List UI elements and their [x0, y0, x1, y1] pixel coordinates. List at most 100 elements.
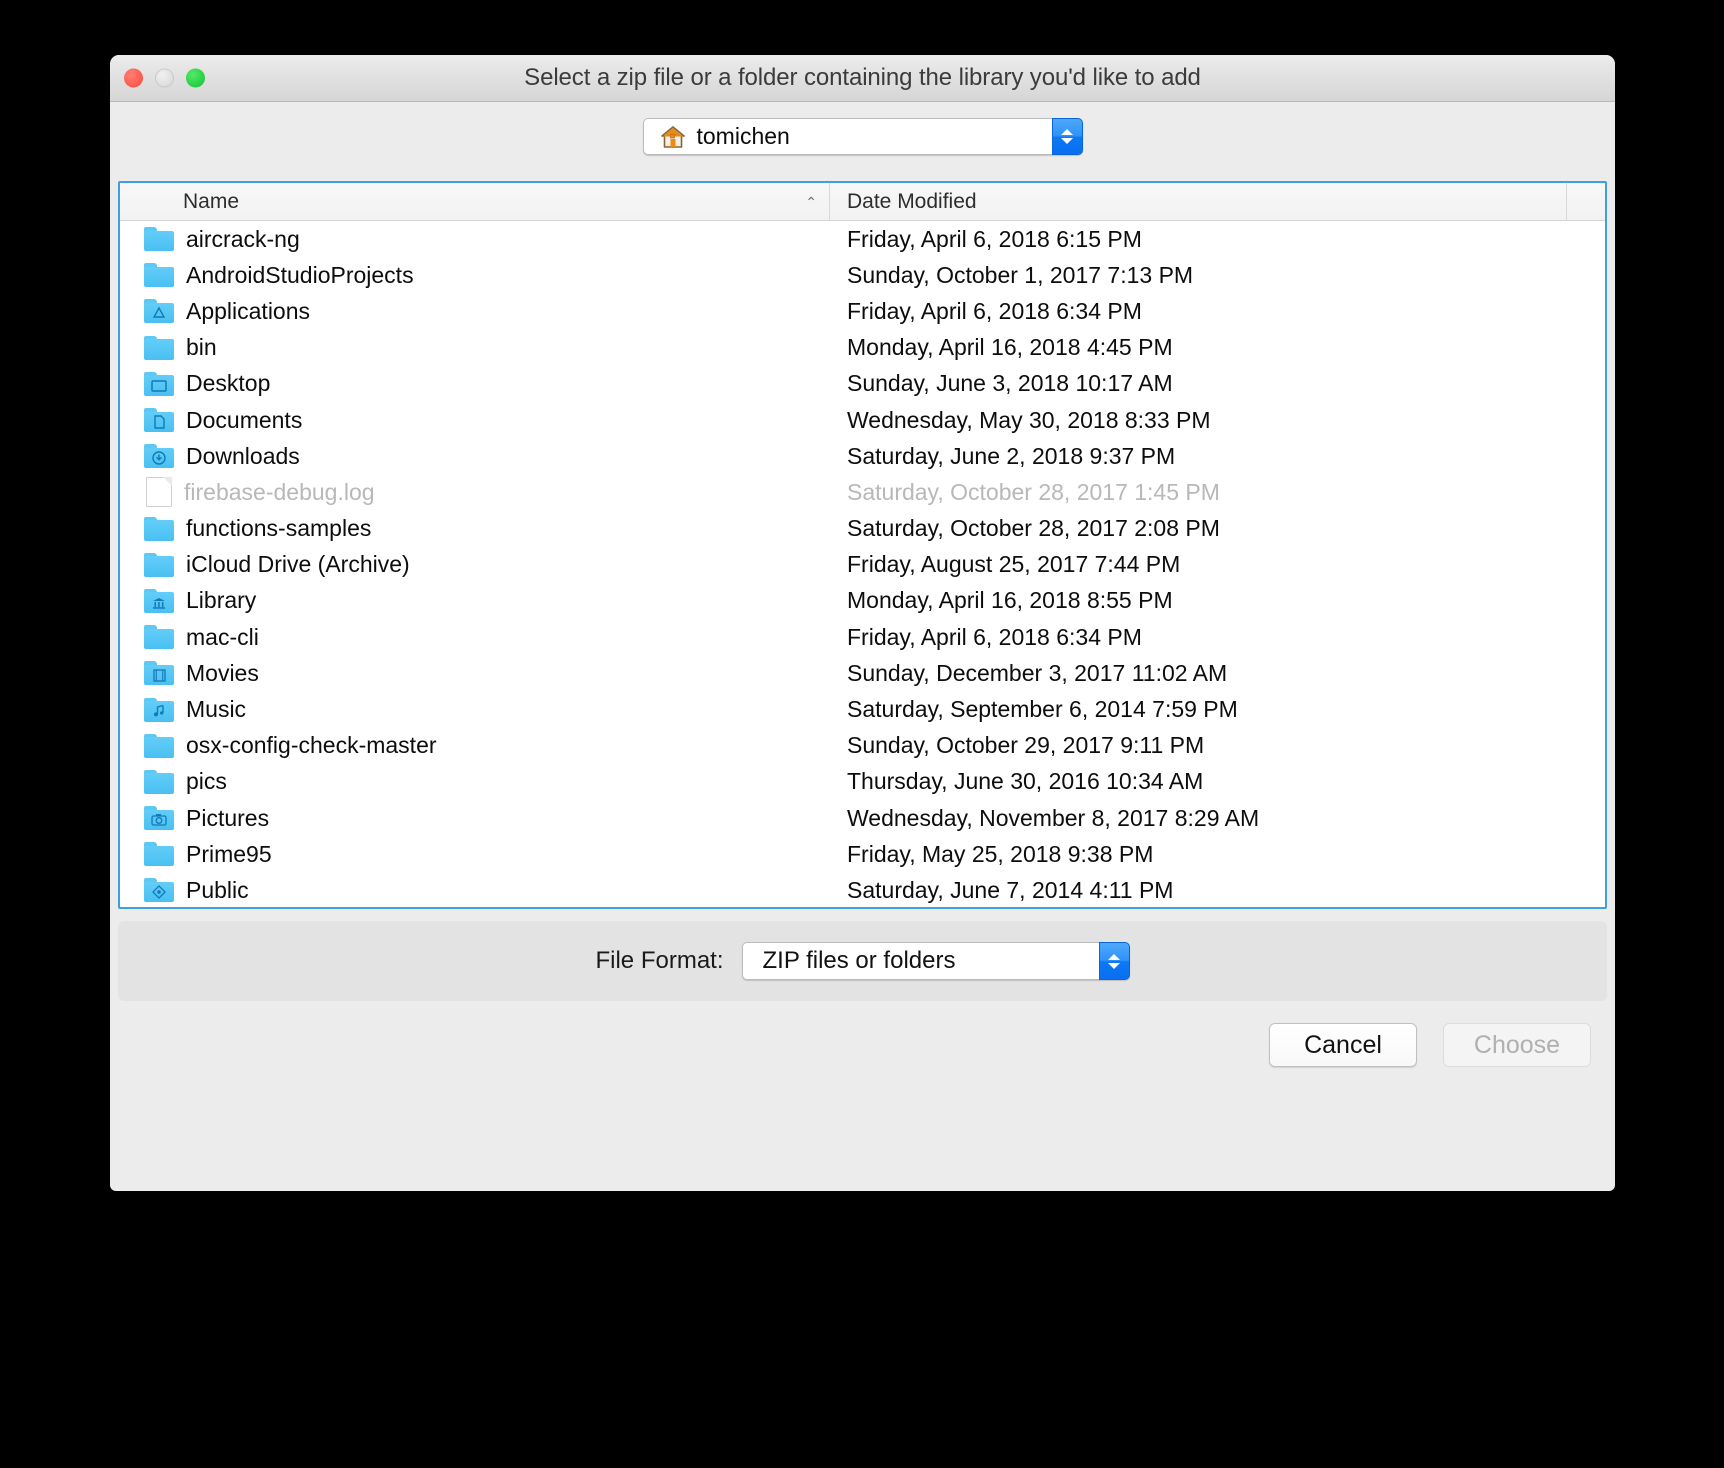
file-name-cell: Applications	[120, 298, 830, 325]
file-name-label: Documents	[186, 406, 303, 433]
file-list-row[interactable]: Applications Friday, April 6, 2018 6:34 P…	[120, 293, 1605, 329]
file-name-cell: aircrack-ng	[120, 226, 830, 253]
file-name-cell: Music	[120, 696, 830, 723]
chevron-down-icon	[1108, 962, 1120, 969]
folder-music-icon	[144, 697, 174, 722]
file-date-cell: Saturday, June 2, 2018 9:37 PM	[847, 442, 1176, 469]
file-name-label: Pictures	[186, 804, 270, 831]
column-header-date-modified[interactable]: Date Modified	[830, 183, 1567, 220]
file-list-header: Name ⌃ Date Modified	[120, 183, 1605, 221]
window-titlebar[interactable]: Select a zip file or a folder containing…	[110, 55, 1615, 102]
file-name-label: mac-cli	[186, 623, 259, 650]
folder-public-icon	[144, 878, 174, 903]
file-format-label: File Format:	[595, 947, 724, 974]
file-list-row[interactable]: Library Monday, April 16, 2018 8:55 PM	[120, 583, 1605, 619]
dialog-actions: Cancel Choose	[1269, 1023, 1591, 1067]
file-name-label: pics	[186, 768, 227, 795]
file-list-row[interactable]: iCloud Drive (Archive) Friday, August 25,…	[120, 547, 1605, 583]
file-name-cell: firebase-debug.log	[120, 477, 830, 508]
path-popup-stepper[interactable]	[1051, 118, 1083, 155]
file-list-row[interactable]: mac-cli Friday, April 6, 2018 6:34 PM	[120, 619, 1605, 655]
file-name-label: bin	[186, 334, 217, 361]
file-name-cell: iCloud Drive (Archive)	[120, 551, 830, 578]
file-list-body[interactable]: aircrack-ng Friday, April 6, 2018 6:15 PM…	[120, 221, 1605, 907]
file-name-label: firebase-debug.log	[184, 478, 375, 505]
cancel-button[interactable]: Cancel	[1269, 1023, 1417, 1067]
folder-desktop-icon	[144, 371, 174, 396]
file-list-row[interactable]: AndroidStudioProjects Sunday, October 1, …	[120, 257, 1605, 293]
file-list-row[interactable]: Documents Wednesday, May 30, 2018 8:33 PM	[120, 402, 1605, 438]
file-name-cell: pics	[120, 768, 830, 795]
file-date-cell: Wednesday, May 30, 2018 8:33 PM	[847, 406, 1211, 433]
file-name-label: functions-samples	[186, 515, 372, 542]
file-date-cell: Monday, April 16, 2018 8:55 PM	[847, 587, 1173, 614]
folder-icon	[144, 769, 174, 794]
chevron-up-icon	[1061, 129, 1073, 135]
file-list-row: firebase-debug.log Saturday, October 28, …	[120, 474, 1605, 510]
chevron-down-icon	[1061, 138, 1073, 144]
file-list-row[interactable]: Public Saturday, June 7, 2014 4:11 PM	[120, 872, 1605, 907]
file-date-cell: Saturday, September 6, 2014 7:59 PM	[847, 696, 1238, 723]
file-date-cell: Sunday, October 29, 2017 9:11 PM	[847, 732, 1205, 759]
file-date-cell: Saturday, October 28, 2017 1:45 PM	[847, 478, 1220, 505]
file-name-label: Music	[186, 696, 247, 723]
file-list-row[interactable]: Music Saturday, September 6, 2014 7:59 PM	[120, 691, 1605, 727]
file-name-cell: functions-samples	[120, 515, 830, 542]
file-name-label: Applications	[186, 297, 311, 324]
file-date-cell: Thursday, June 30, 2016 10:34 AM	[847, 768, 1204, 795]
choose-button: Choose	[1443, 1023, 1591, 1067]
file-name-cell: mac-cli	[120, 624, 830, 651]
file-name-cell: AndroidStudioProjects	[120, 262, 830, 289]
file-date-cell: Monday, April 16, 2018 4:45 PM	[847, 334, 1173, 361]
file-list-row[interactable]: osx-config-check-master Sunday, October 2…	[120, 728, 1605, 764]
file-format-popup-button[interactable]: ZIP files or folders	[741, 942, 1130, 980]
file-name-cell: Movies	[120, 660, 830, 687]
file-format-field[interactable]: ZIP files or folders	[741, 942, 1099, 980]
file-format-stepper[interactable]	[1098, 942, 1130, 980]
file-date-cell: Friday, May 25, 2018 9:38 PM	[847, 840, 1154, 867]
folder-icon	[144, 227, 174, 252]
folder-icon	[144, 516, 174, 541]
file-list-row[interactable]: bin Monday, April 16, 2018 4:45 PM	[120, 330, 1605, 366]
file-list-row[interactable]: Pictures Wednesday, November 8, 2017 8:29…	[120, 800, 1605, 836]
folder-movies-icon	[144, 661, 174, 686]
folder-pictures-icon	[144, 806, 174, 831]
file-name-label: Library	[186, 587, 257, 614]
file-date-cell: Saturday, October 28, 2017 2:08 PM	[847, 515, 1220, 542]
file-list-row[interactable]: Desktop Sunday, June 3, 2018 10:17 AM	[120, 366, 1605, 402]
file-name-cell: Downloads	[120, 443, 830, 470]
file-list-row[interactable]: Downloads Saturday, June 2, 2018 9:37 PM	[120, 438, 1605, 474]
folder-applications-icon	[144, 299, 174, 324]
folder-downloads-icon	[144, 444, 174, 469]
file-date-cell: Sunday, October 1, 2017 7:13 PM	[847, 261, 1194, 288]
file-name-cell: Prime95	[120, 841, 830, 868]
chevron-up-icon	[1108, 953, 1120, 960]
file-name-label: Downloads	[186, 442, 300, 469]
folder-icon	[144, 625, 174, 650]
file-name-label: Prime95	[186, 840, 272, 867]
folder-icon	[144, 842, 174, 867]
path-popup-field[interactable]: tomichen	[642, 118, 1052, 155]
folder-icon	[144, 335, 174, 360]
file-name-cell: bin	[120, 334, 830, 361]
column-header-date-label: Date Modified	[847, 189, 977, 213]
file-name-label: iCloud Drive (Archive)	[186, 551, 410, 578]
column-header-name[interactable]: Name ⌃	[120, 183, 830, 220]
file-list[interactable]: Name ⌃ Date Modified aircrack-ng Friday, …	[118, 181, 1607, 909]
file-list-row[interactable]: aircrack-ng Friday, April 6, 2018 6:15 PM	[120, 221, 1605, 257]
file-date-cell: Friday, April 6, 2018 6:15 PM	[847, 225, 1142, 252]
file-format-bar: File Format: ZIP files or folders	[118, 921, 1607, 1001]
path-popup-button[interactable]: tomichen	[642, 118, 1083, 155]
file-name-cell: Desktop	[120, 370, 830, 397]
file-list-row[interactable]: pics Thursday, June 30, 2016 10:34 AM	[120, 764, 1605, 800]
window-title: Select a zip file or a folder containing…	[524, 64, 1201, 91]
folder-icon	[144, 733, 174, 758]
file-list-row[interactable]: functions-samples Saturday, October 28, 2…	[120, 511, 1605, 547]
file-name-label: Desktop	[186, 370, 271, 397]
file-list-row[interactable]: Movies Sunday, December 3, 2017 11:02 AM	[120, 655, 1605, 691]
column-header-name-label: Name	[183, 189, 240, 213]
folder-library-icon	[144, 588, 174, 613]
file-list-row[interactable]: Prime95 Friday, May 25, 2018 9:38 PM	[120, 836, 1605, 872]
file-name-cell: Pictures	[120, 805, 830, 832]
sort-ascending-icon: ⌃	[805, 193, 817, 210]
